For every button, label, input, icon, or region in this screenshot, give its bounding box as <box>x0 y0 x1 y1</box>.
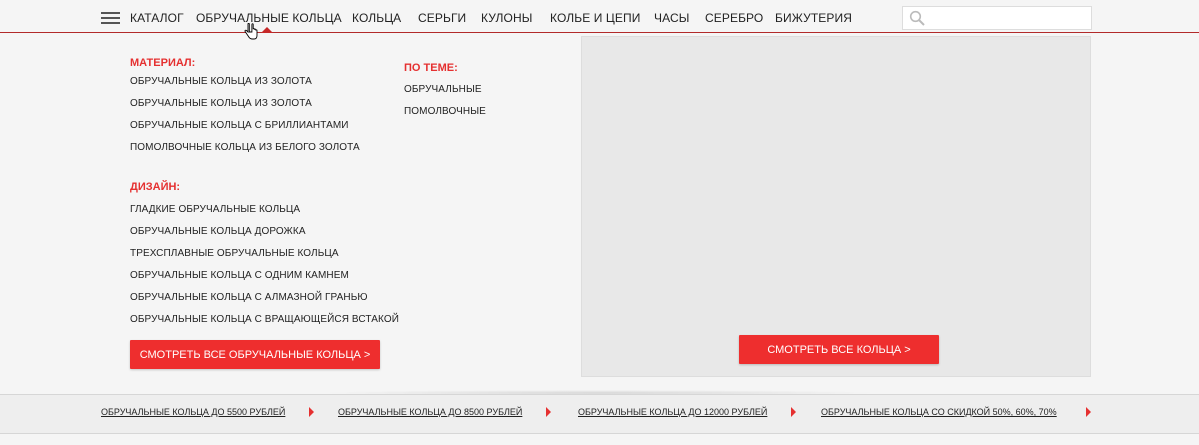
section-title-theme: ПО ТЕМЕ: <box>404 62 458 74</box>
nav-item-rings[interactable]: КОЛЬЦА <box>352 11 401 25</box>
bottom-link-under-12000[interactable]: ОБРУЧАЛЬНЫЕ КОЛЬЦА ДО 12000 РУБЛЕЙ <box>578 407 767 417</box>
search-input[interactable] <box>929 9 1087 27</box>
bottom-link-under-5500[interactable]: ОБРУЧАЛЬНЫЕ КОЛЬЦА ДО 5500 РУБЛЕЙ <box>101 407 285 417</box>
nav-item-silver[interactable]: СЕРЕБРО <box>705 11 763 25</box>
triangle-right-icon <box>791 407 796 417</box>
menu-link-gold-wedding-rings[interactable]: ОБРУЧАЛЬНЫЕ КОЛЬЦА ИЗ ЗОЛОТА <box>130 76 312 87</box>
search-icon[interactable] <box>909 10 925 26</box>
search-box[interactable] <box>902 6 1092 30</box>
menu-link-diamond-wedding-rings[interactable]: ОБРУЧАЛЬНЫЕ КОЛЬЦА С БРИЛЛИАНТАМИ <box>130 120 349 131</box>
hand-cursor-icon <box>244 23 258 40</box>
bottom-link-discount[interactable]: ОБРУЧАЛЬНЫЕ КОЛЬЦА СО СКИДКОЙ 50%, 60%, … <box>821 407 1057 417</box>
nav-item-pendants[interactable]: КУЛОНЫ <box>481 11 532 25</box>
triangle-right-icon <box>1086 407 1091 417</box>
menu-link-theme-engagement[interactable]: ПОМОЛВОЧНЫЕ <box>404 106 486 117</box>
nav-catalog[interactable]: КАТАЛОГ <box>130 11 184 25</box>
see-all-wedding-rings-button[interactable]: СМОТРЕТЬ ВСЕ ОБРУЧАЛЬНЫЕ КОЛЬЦА > <box>130 340 380 369</box>
bottom-link-under-8500[interactable]: ОБРУЧАЛЬНЫЕ КОЛЬЦА ДО 8500 РУБЛЕЙ <box>338 407 522 417</box>
nav-item-jewelry[interactable]: БИЖУТЕРИЯ <box>775 11 852 25</box>
menu-link-white-gold-engagement[interactable]: ПОМОЛВОЧНЫЕ КОЛЬЦА ИЗ БЕЛОГО ЗОЛОТА <box>130 142 360 153</box>
top-nav: КАТАЛОГ ОБРУЧАЛЬНЫЕ КОЛЬЦА КОЛЬЦА СЕРЬГИ… <box>0 0 1199 33</box>
caret-up-icon <box>261 27 273 33</box>
triangle-right-icon <box>309 407 314 417</box>
nav-item-wedding-rings[interactable]: ОБРУЧАЛЬНЫЕ КОЛЬЦА <box>196 11 342 25</box>
nav-item-watches[interactable]: ЧАСЫ <box>654 11 689 25</box>
menu-link-theme-wedding[interactable]: ОБРУЧАЛЬНЫЕ <box>404 84 482 95</box>
nav-item-necklaces-chains[interactable]: КОЛЬЕ И ЦЕПИ <box>550 11 640 25</box>
menu-link-gold-wedding-rings-2[interactable]: ОБРУЧАЛЬНЫЕ КОЛЬЦА ИЗ ЗОЛОТА <box>130 98 312 109</box>
see-all-rings-button[interactable]: СМОТРЕТЬ ВСЕ КОЛЬЦА > <box>739 335 939 364</box>
section-title-design: ДИЗАЙН: <box>130 181 181 193</box>
menu-link-smooth[interactable]: ГЛАДКИЕ ОБРУЧАЛЬНЫЕ КОЛЬЦА <box>130 204 300 215</box>
menu-link-three-alloy[interactable]: ТРЕХСПЛАВНЫЕ ОБРУЧАЛЬНЫЕ КОЛЬЦА <box>130 248 339 259</box>
menu-link-track[interactable]: ОБРУЧАЛЬНЫЕ КОЛЬЦА ДОРОЖКА <box>130 226 306 237</box>
menu-link-one-stone[interactable]: ОБРУЧАЛЬНЫЕ КОЛЬЦА С ОДНИМ КАМНЕМ <box>130 270 349 281</box>
triangle-right-icon <box>546 407 551 417</box>
menu-link-rotating-insert[interactable]: ОБРУЧАЛЬНЫЕ КОЛЬЦА С ВРАЩАЮЩЕЙСЯ ВСТАКОЙ <box>130 314 399 325</box>
hamburger-icon[interactable] <box>101 12 120 25</box>
menu-link-diamond-cut[interactable]: ОБРУЧАЛЬНЫЕ КОЛЬЦА С АЛМАЗНОЙ ГРАНЬЮ <box>130 292 368 303</box>
nav-item-earrings[interactable]: СЕРЬГИ <box>418 11 466 25</box>
promo-image-panel <box>581 36 1091 377</box>
section-title-material: МАТЕРИАЛ: <box>130 57 196 69</box>
